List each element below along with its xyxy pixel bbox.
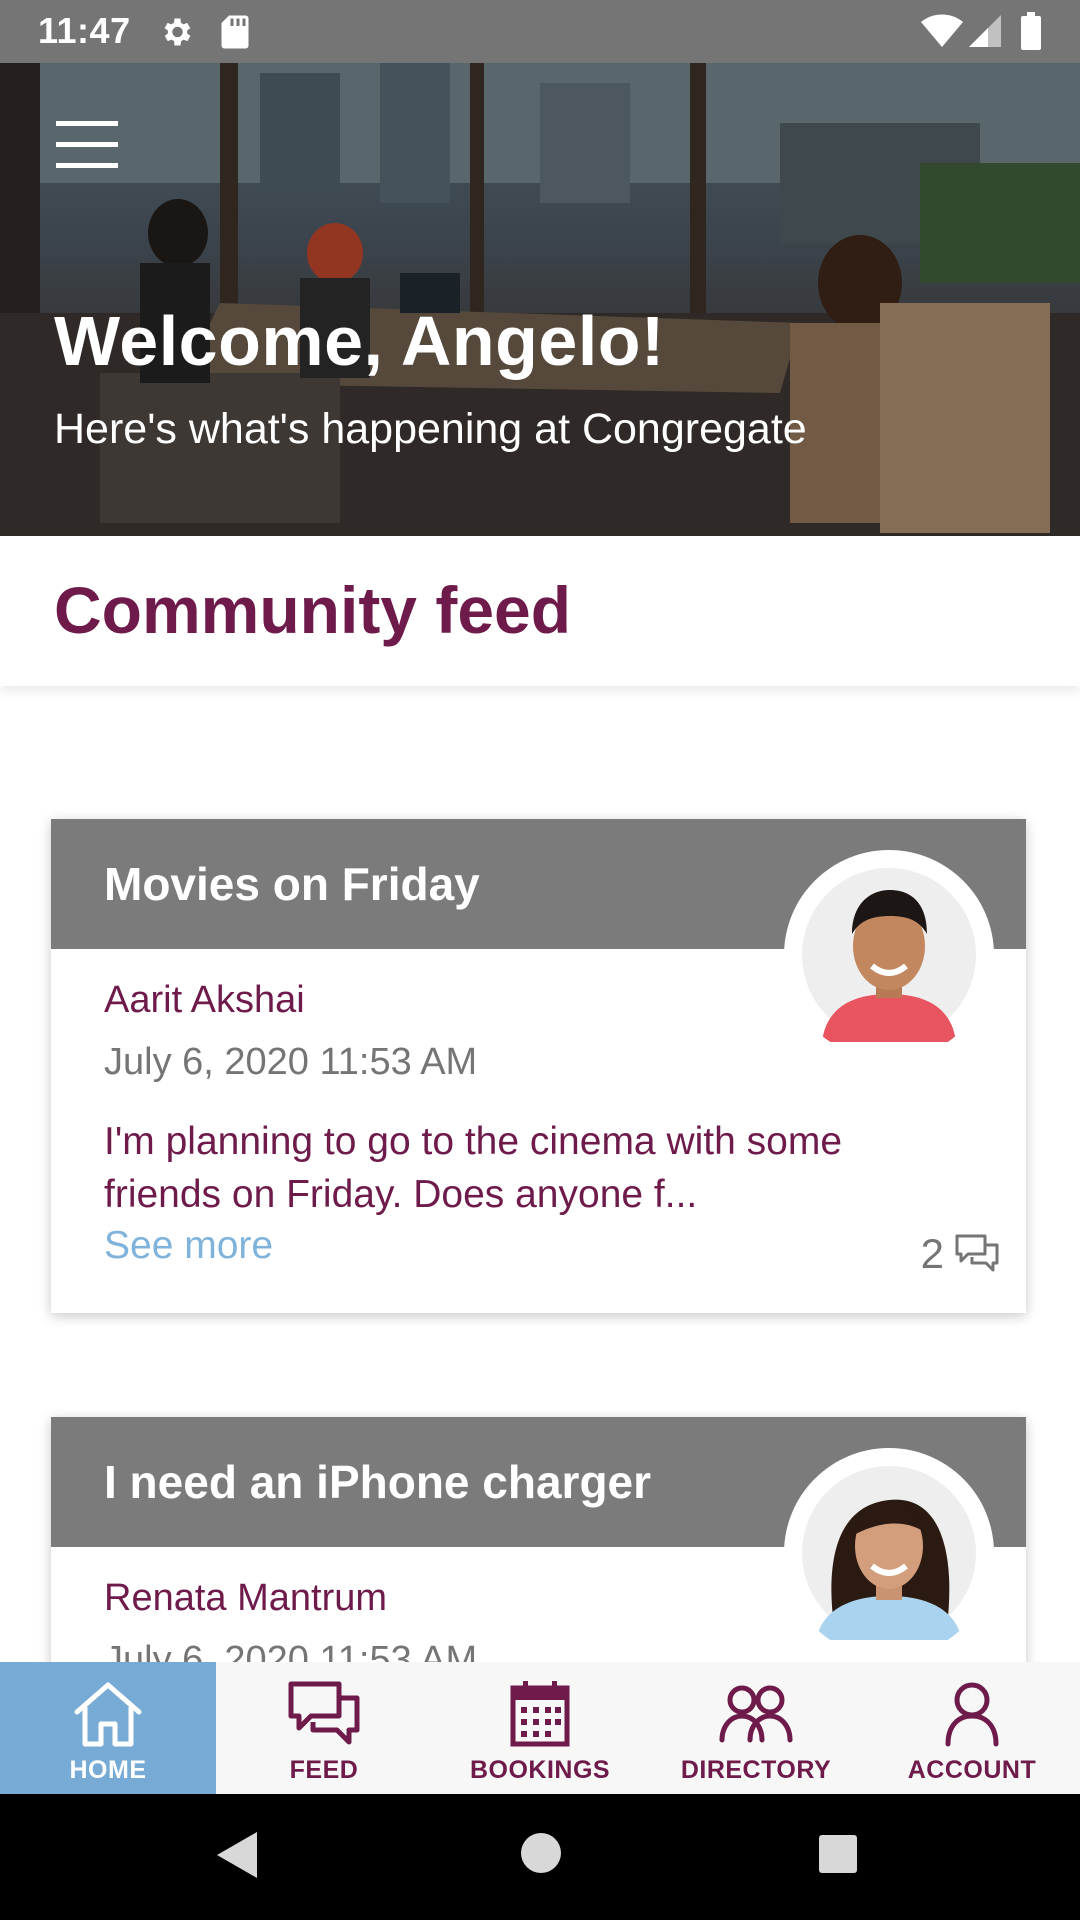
people-icon <box>719 1685 793 1743</box>
battery-icon <box>1021 12 1041 50</box>
welcome-subtitle: Here's what's happening at Congregate <box>54 405 807 453</box>
feed-post-card[interactable]: Movies on Friday Aarit Akshai July 6, 20… <box>51 819 1026 1313</box>
avatar[interactable] <box>784 1448 994 1658</box>
nav-item-feed[interactable]: FEED <box>216 1662 432 1794</box>
see-more-link[interactable]: See more <box>104 1224 273 1268</box>
settings-gear-icon <box>164 18 191 46</box>
nav-label-feed: FEED <box>289 1756 359 1784</box>
welcome-title: Welcome, Angelo! <box>54 302 665 380</box>
menu-icon[interactable] <box>56 121 118 169</box>
section-header: Community feed <box>0 536 1080 686</box>
recent-apps-icon[interactable] <box>818 1834 858 1874</box>
nav-label-home: HOME <box>69 1756 147 1784</box>
nav-label-account: ACCOUNT <box>907 1756 1037 1784</box>
hero-banner: Welcome, Angelo! Here's what's happening… <box>0 63 1080 536</box>
community-feed-list[interactable]: Movies on Friday Aarit Akshai July 6, 20… <box>0 700 1080 1662</box>
sd-card-icon <box>221 15 249 49</box>
post-title: Movies on Friday <box>104 858 480 910</box>
avatar-photo <box>802 868 976 1042</box>
status-bar: 11:47 <box>0 0 1080 63</box>
bottom-navigation: HOME FEED BOOKINGS DIRECTORY ACCOUNT <box>0 1662 1080 1794</box>
section-title: Community feed <box>54 573 572 647</box>
post-date: July 6, 2020 11:53 AM <box>104 1639 478 1662</box>
home-icon <box>74 1682 142 1747</box>
person-icon <box>945 1682 999 1747</box>
avatar-photo <box>802 1466 976 1640</box>
hero-overlay <box>0 63 1080 536</box>
post-date: July 6, 2020 11:53 AM <box>104 1041 478 1083</box>
comment-icon <box>955 1234 999 1272</box>
nav-label-directory: DIRECTORY <box>680 1756 832 1784</box>
nav-item-directory[interactable]: DIRECTORY <box>648 1662 864 1794</box>
comment-count-button[interactable]: 2 <box>920 1230 1000 1277</box>
post-body: I'm planning to go to the cinema with so… <box>104 1120 843 1216</box>
post-author[interactable]: Renata Mantrum <box>104 1577 387 1620</box>
back-icon[interactable] <box>215 1830 259 1880</box>
nav-item-bookings[interactable]: BOOKINGS <box>432 1662 648 1794</box>
avatar[interactable] <box>784 850 994 1060</box>
comment-count: 2 <box>920 1230 944 1277</box>
home-circle-icon[interactable] <box>520 1832 562 1874</box>
calendar-icon <box>510 1681 570 1747</box>
system-navigation-bar <box>0 1794 1080 1920</box>
wifi-icon <box>921 14 963 47</box>
chat-icon <box>288 1681 360 1745</box>
post-title: I need an iPhone charger <box>104 1456 652 1508</box>
status-time: 11:47 <box>38 10 131 51</box>
feed-post-card[interactable]: I need an iPhone charger Renata Mantrum … <box>51 1417 1026 1662</box>
signal-icon <box>969 15 1001 47</box>
nav-item-account[interactable]: ACCOUNT <box>864 1662 1080 1794</box>
nav-label-bookings: BOOKINGS <box>469 1756 611 1784</box>
post-author[interactable]: Aarit Akshai <box>104 979 305 1022</box>
nav-item-home[interactable]: HOME <box>0 1662 216 1794</box>
